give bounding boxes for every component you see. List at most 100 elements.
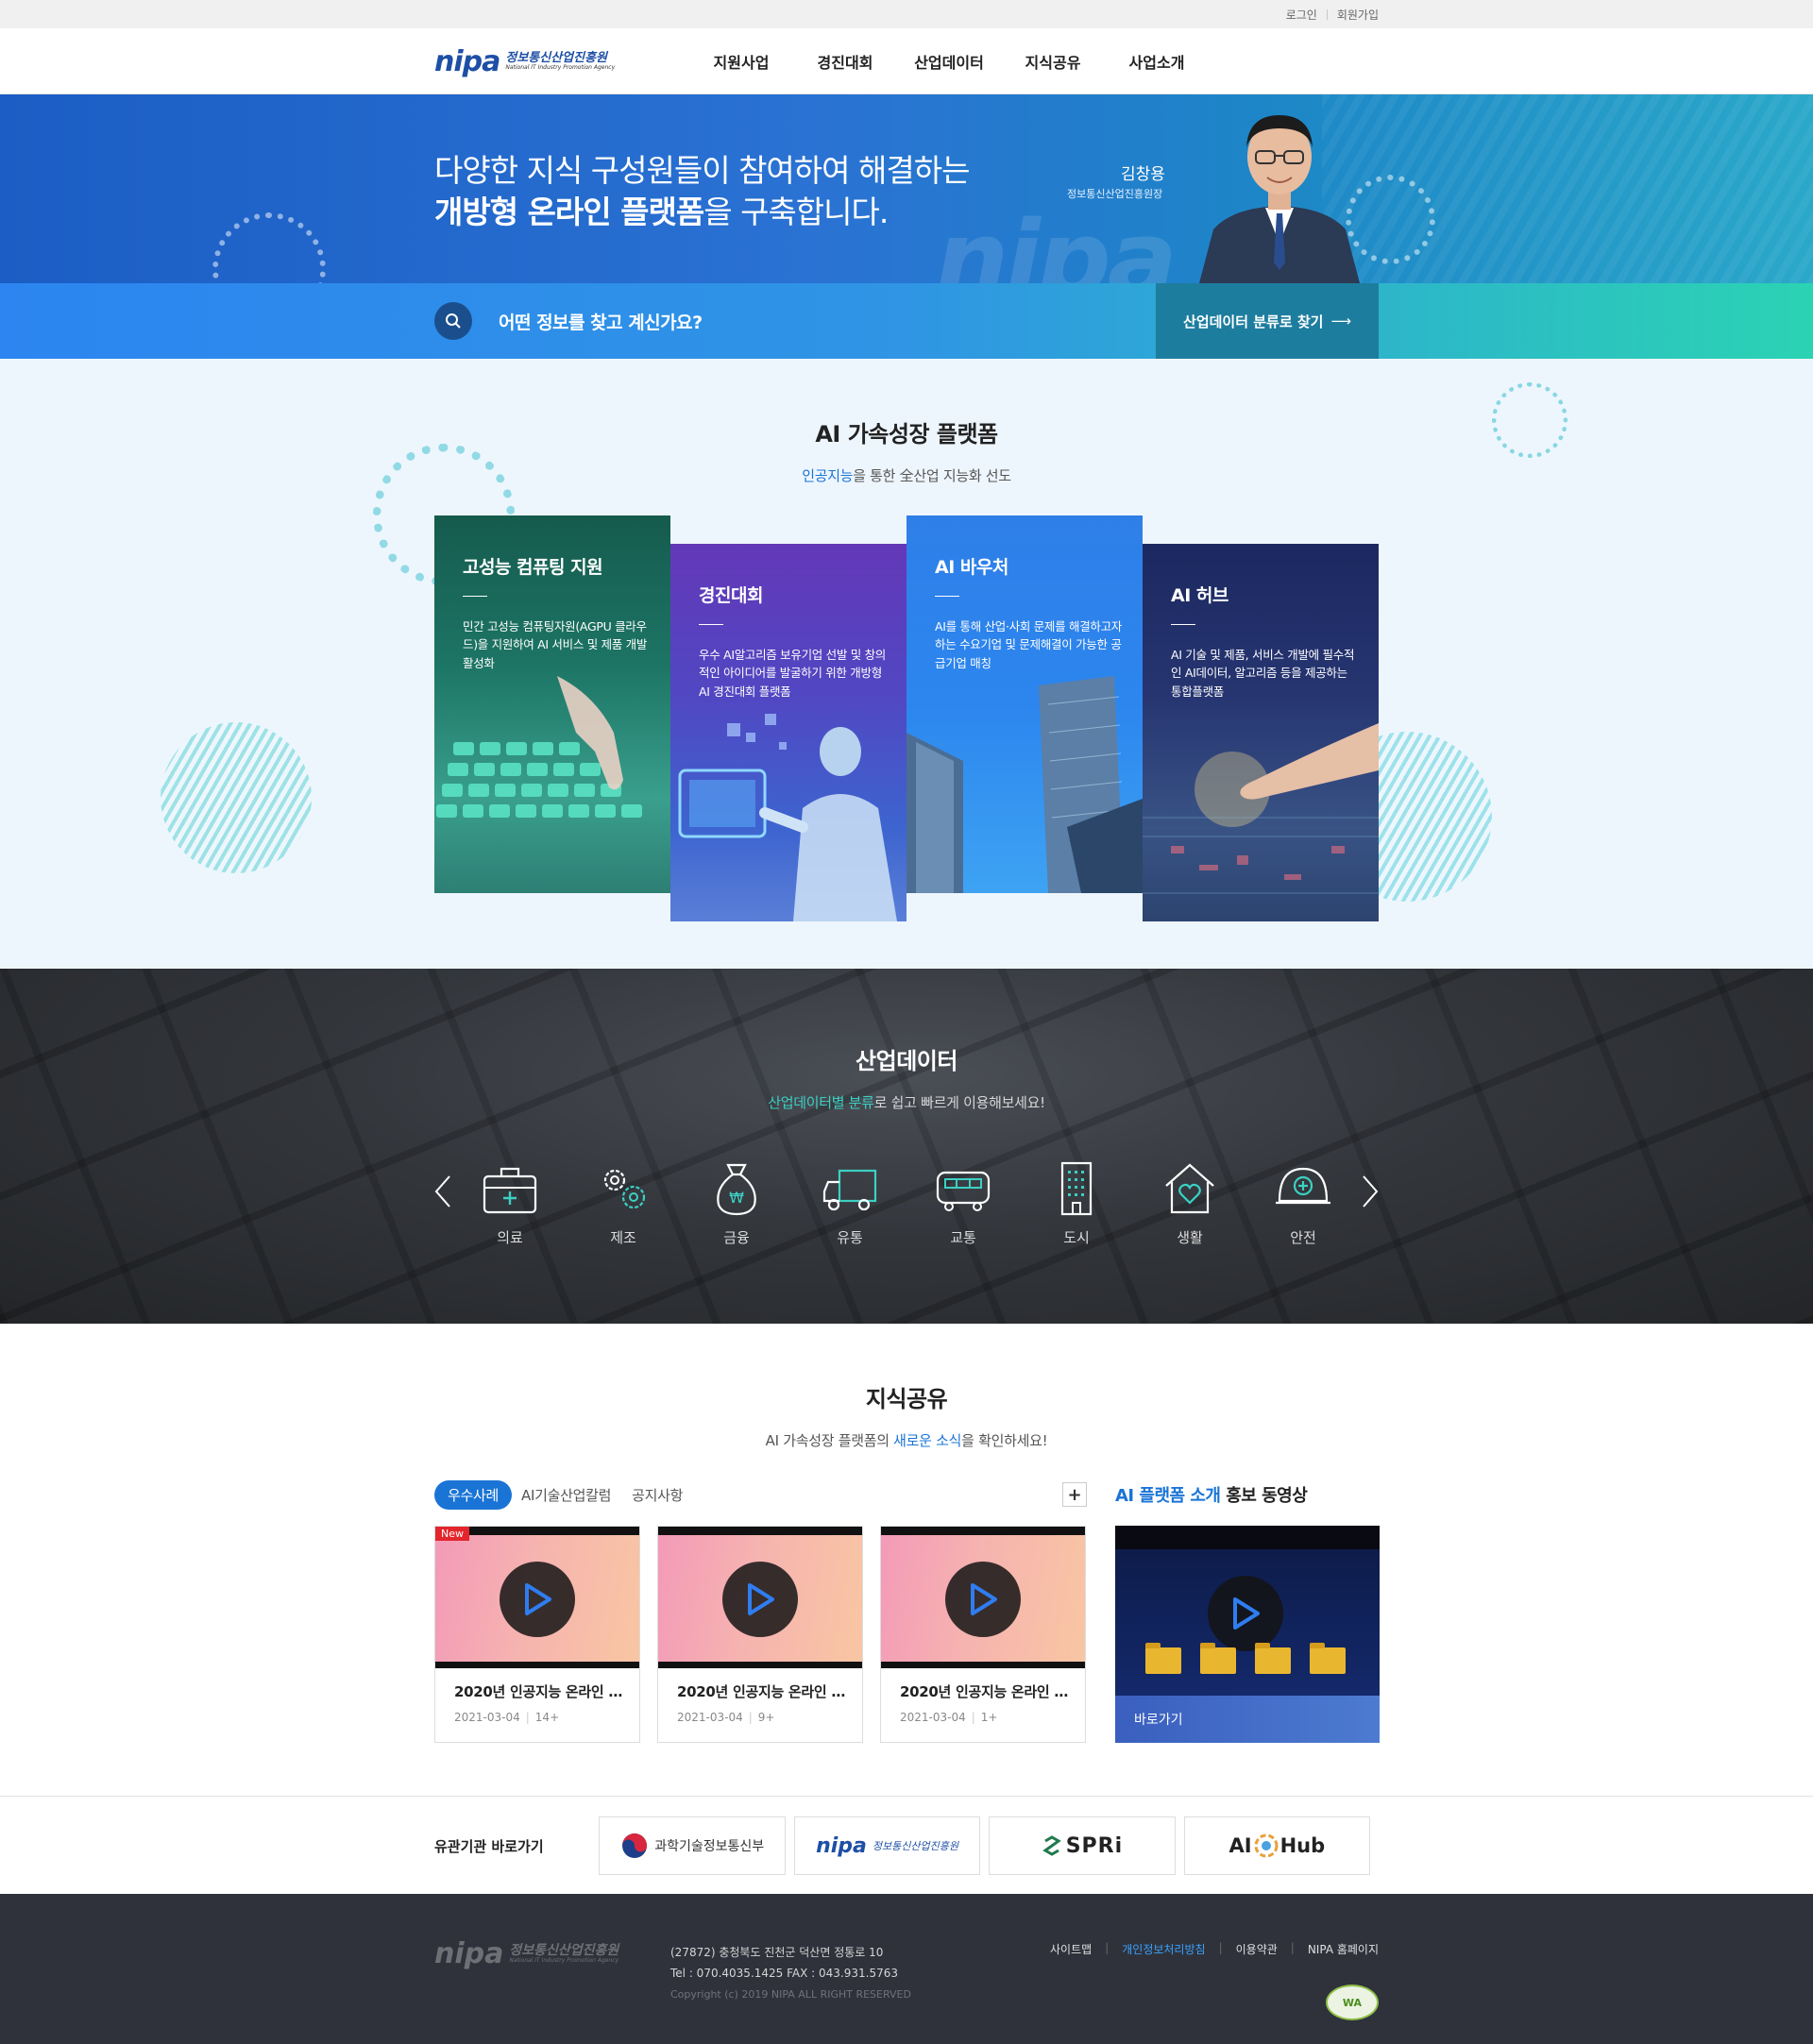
promo-video-card[interactable]: 바로가기 (1115, 1526, 1380, 1743)
card-hpc-support[interactable]: 고성능 컴퓨팅 지원 민간 고성능 컴퓨팅자원(AGPU 클라우드)을 지원하여… (434, 515, 670, 893)
play-icon[interactable] (1208, 1576, 1283, 1651)
org-link-aihub[interactable]: AI Hub (1183, 1816, 1371, 1875)
arrow-right-icon: ⟶ (1330, 313, 1351, 329)
footer-link-terms[interactable]: 이용약관 (1236, 1941, 1278, 1957)
join-link[interactable]: 회원가입 (1337, 7, 1379, 23)
knowledge-card[interactable]: New 2020년 인공지능 온라인 경진대회 2021-03-04|14+ (434, 1526, 640, 1743)
related-orgs-label: 유관기관 바로가기 (434, 1837, 544, 1855)
category-label: 안전 (1290, 1229, 1316, 1246)
site-logo[interactable]: nipa 정보통신산업진흥원 National IT Industry Prom… (434, 45, 689, 78)
card-contest[interactable]: 경진대회 우수 AI알고리즘 보유기업 선발 및 창의적인 아이디어를 발굴하기… (670, 544, 906, 921)
category-label: 교통 (950, 1229, 976, 1246)
industry-section-subtitle: 산업데이터별 분류로 쉽고 빠르게 이용해보세요! (768, 1094, 1045, 1111)
site-footer: nipa 정보통신산업진흥원 National IT Industry Promo… (0, 1894, 1813, 2044)
card-ai-hub[interactable]: AI 허브 AI 기술 및 제품, 서비스 개발에 필수적인 AI데이터, 알고… (1143, 544, 1379, 921)
card-title: 경진대회 (699, 585, 763, 606)
hero-banner: nipa 다양한 지식 구성원들이 참여하여 해결하는 개방형 온라인 플랫폼을… (0, 94, 1813, 283)
nav-item-about[interactable]: 사업소개 (1105, 50, 1209, 73)
ai-platform-section: AI 가속성장 플랫폼 인공지능을 통한 全산업 지능화 선도 고성능 컴퓨팅 … (0, 359, 1813, 969)
stripe-circle-decoration (161, 722, 312, 873)
card-description: 우수 AI알고리즘 보유기업 선발 및 창의적인 아이디어를 발굴하기 위한 개… (699, 648, 887, 699)
logo-english-name: National IT Industry Promotion Agency (505, 63, 616, 71)
category-label: 도시 (1063, 1229, 1090, 1246)
industry-data-section: 산업데이터 산업데이터별 분류로 쉽고 빠르게 이용해보세요! 의료 제조 ₩ … (0, 969, 1813, 1324)
play-icon[interactable] (500, 1562, 575, 1637)
footer-link-privacy[interactable]: 개인정보처리방침 (1122, 1941, 1205, 1957)
more-button[interactable]: + (1062, 1482, 1087, 1507)
card-description: AI를 통해 산업·사회 문제를 해결하고자 하는 수요기업 및 문제해결이 가… (935, 619, 1123, 670)
chevron-left-icon[interactable] (429, 1173, 457, 1210)
divider (463, 596, 487, 597)
ai-section-subtitle: 인공지능을 통한 全산업 지능화 선도 (802, 467, 1011, 484)
category-city[interactable]: 도시 (1020, 1159, 1133, 1246)
knowledge-card[interactable]: 2020년 인공지능 온라인 경진대회 2021-03-04|9+ (657, 1526, 863, 1743)
footer-copyright: Copyright (c) 2019 NIPA ALL RIGHT RESERV… (670, 1988, 911, 2001)
search-input[interactable]: 어떤 정보를 찾고 계신가요? (499, 309, 1156, 334)
footer-link-nipa-home[interactable]: NIPA 홈페이지 (1308, 1941, 1379, 1957)
nav-item-knowledge[interactable]: 지식공유 (1001, 50, 1105, 73)
building-icon (1060, 1161, 1093, 1216)
knowledge-card[interactable]: 2020년 인공지능 온라인 경진대회 2021-03-04|1+ (880, 1526, 1086, 1743)
knowledge-section-title: 지식공유 (865, 1386, 948, 1412)
tab-notices[interactable]: 공지사항 (632, 1485, 683, 1505)
folder-icon (1255, 1643, 1291, 1674)
nav-item-contest[interactable]: 경진대회 (793, 50, 897, 73)
main-nav: 지원사업 경진대회 산업데이터 지식공유 사업소개 (689, 50, 1209, 73)
gears-icon (603, 1169, 646, 1209)
org-link-msit[interactable]: 과학기술정보통신부 (599, 1816, 786, 1875)
org-link-nipa[interactable]: nipa 정보통신산업진흥원 (793, 1816, 981, 1875)
play-icon[interactable] (945, 1562, 1021, 1637)
dot-ring-decoration (1492, 382, 1567, 458)
related-orgs: 유관기관 바로가기 과학기술정보통신부 nipa 정보통신산업진흥원 SPRi … (0, 1796, 1813, 1894)
site-header: nipa 정보통신산업진흥원 National IT Industry Prom… (0, 28, 1813, 94)
category-safety[interactable]: 안전 (1246, 1159, 1360, 1246)
category-transport[interactable]: 교통 (906, 1159, 1020, 1246)
nav-item-industry-data[interactable]: 산업데이터 (897, 50, 1001, 73)
category-label: 제조 (610, 1229, 636, 1246)
footer-address: (27872) 충청북도 진천군 덕산면 정통로 10 Tel : 070.40… (670, 1946, 898, 1980)
keyboard-image (436, 676, 642, 818)
bus-icon (936, 1171, 991, 1211)
video-thumbnail (435, 1527, 639, 1668)
category-search-button[interactable]: 산업데이터 분류로 찾기 ⟶ (1156, 283, 1379, 359)
folder-icon (1200, 1643, 1236, 1674)
tab-best-practices[interactable]: 우수사례 (434, 1480, 513, 1510)
category-finance[interactable]: ₩ 금융 (680, 1159, 793, 1246)
web-accessibility-mark: WA (1326, 1985, 1379, 2020)
category-medical[interactable]: 의료 (453, 1159, 567, 1246)
medical-kit-icon (483, 1167, 537, 1214)
taeguk-icon (622, 1833, 648, 1858)
category-label: 유통 (837, 1229, 863, 1246)
card-description: AI 기술 및 제품, 서비스 개발에 필수적인 AI데이터, 알고리즘 등을 … (1171, 648, 1355, 699)
ai-section-title: AI 가속성장 플랫폼 (815, 421, 998, 448)
category-distribution[interactable]: 유통 (793, 1159, 906, 1246)
card-title: AI 바우처 (935, 557, 1008, 578)
truck-icon (822, 1169, 877, 1211)
footer-link-sitemap[interactable]: 사이트맵 (1050, 1941, 1092, 1957)
category-living[interactable]: 생활 (1133, 1159, 1246, 1246)
folder-icon (1310, 1643, 1346, 1674)
divider (935, 596, 959, 597)
folder-icon (1145, 1643, 1181, 1674)
video-thumbnail (881, 1527, 1085, 1668)
card-meta: 2021-03-04 | 9+ (677, 1711, 775, 1724)
nav-item-support[interactable]: 지원사업 (689, 50, 793, 73)
go-to-video-link[interactable]: 바로가기 (1115, 1696, 1380, 1743)
logo-mark: nipa (434, 44, 500, 78)
svg-text:₩: ₩ (729, 1189, 744, 1207)
card-ai-voucher[interactable]: AI 바우처 AI를 통해 산업·사회 문제를 해결하고자 하는 수요기업 및 … (906, 515, 1143, 893)
dot-ring-decoration (212, 212, 326, 283)
skyscraper-image (906, 676, 1143, 893)
search-icon[interactable] (434, 302, 472, 340)
utility-bar: 로그인 회원가입 (0, 0, 1813, 28)
org-link-spri[interactable]: SPRi (989, 1816, 1176, 1875)
play-icon[interactable] (722, 1562, 798, 1637)
category-manufacturing[interactable]: 제조 (567, 1159, 680, 1246)
divider (1326, 8, 1328, 20)
login-link[interactable]: 로그인 (1286, 7, 1317, 23)
president-title: 정보통신산업진흥원장 (1067, 188, 1163, 200)
touch-screen-image (1143, 723, 1379, 894)
logo-korean-name: 정보통신산업진흥원 (505, 51, 607, 66)
chevron-right-icon[interactable] (1356, 1173, 1384, 1210)
tab-ai-column[interactable]: AI기술산업칼럼 (521, 1485, 611, 1505)
